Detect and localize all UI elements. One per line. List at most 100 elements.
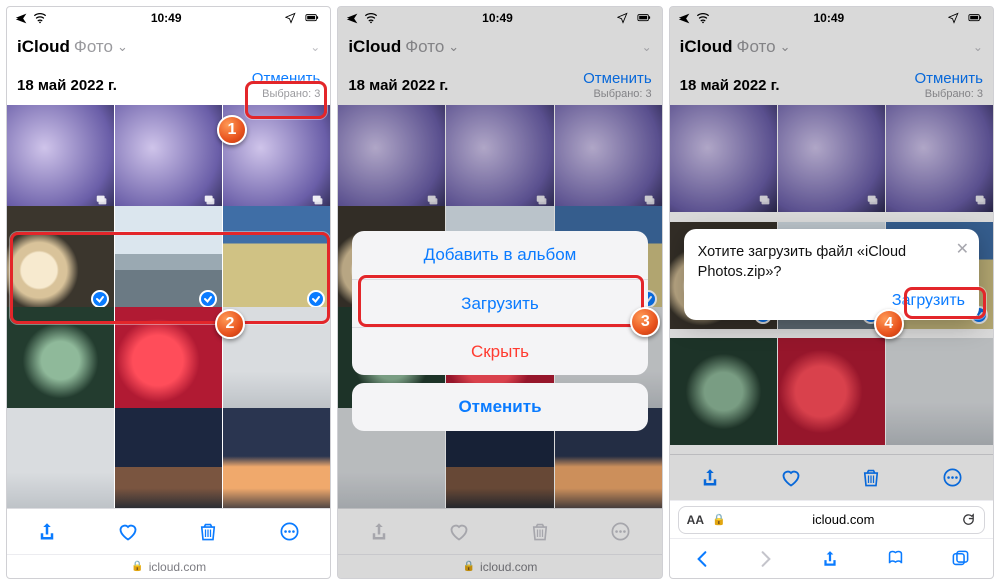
sheet-hide[interactable]: Скрыть <box>352 327 647 375</box>
heart-icon <box>449 522 469 542</box>
share-icon[interactable] <box>700 468 720 488</box>
trash-icon <box>530 522 550 542</box>
close-icon[interactable]: ✕ <box>956 239 969 259</box>
photo-thumb[interactable] <box>7 408 114 508</box>
location-icon <box>948 12 960 24</box>
photo-thumb[interactable] <box>7 206 114 313</box>
heart-icon[interactable] <box>118 522 138 542</box>
status-time: 10:49 <box>710 11 948 25</box>
photo-thumb[interactable] <box>446 105 553 212</box>
action-toolbar <box>7 508 330 554</box>
wifi-icon <box>696 11 710 25</box>
airplane-icon <box>346 12 359 25</box>
chevron-down-icon[interactable]: ⌄ <box>642 40 652 54</box>
lock-icon: 🔒 <box>131 561 143 572</box>
cancel-button[interactable]: Отменить <box>583 70 652 87</box>
share-icon[interactable] <box>37 522 57 542</box>
annotation-badge: 4 <box>874 309 904 339</box>
selection-check-icon <box>199 290 217 308</box>
sheet-cancel[interactable]: Отменить <box>352 383 647 431</box>
airplane-icon <box>15 12 28 25</box>
heart-icon[interactable] <box>781 468 801 488</box>
photo-thumb[interactable] <box>670 338 777 445</box>
chevron-down-icon[interactable]: ⌄ <box>973 40 983 54</box>
selected-count: Выбрано: 3 <box>925 88 983 100</box>
photo-thumb[interactable] <box>115 206 222 313</box>
chevron-down-icon: ⌄ <box>117 39 128 55</box>
battery-icon <box>965 11 985 25</box>
battery-icon <box>302 11 322 25</box>
back-icon[interactable] <box>693 550 711 568</box>
reload-icon[interactable] <box>961 512 976 527</box>
screenshot-3: 10:49 iCloud Фото ⌄ ⌄ 18 май 2022 г. Отм… <box>669 6 994 579</box>
photo-thumb[interactable] <box>778 105 885 212</box>
album-header[interactable]: iCloud Фото ⌄ ⌄ <box>338 29 661 65</box>
url-text: icloud.com <box>480 560 537 574</box>
selected-count: Выбрано: 3 <box>593 88 651 100</box>
selected-count: Выбрано: 3 <box>262 88 320 100</box>
action-toolbar <box>338 508 661 554</box>
date-row: 18 май 2022 г. Отменить Выбрано: 3 <box>670 65 993 105</box>
date-label: 18 май 2022 г. <box>17 77 117 94</box>
photo-thumb[interactable] <box>778 338 885 445</box>
photo-thumb[interactable] <box>223 206 330 313</box>
bookmarks-icon[interactable] <box>886 549 905 568</box>
date-row: 18 май 2022 г. Отменить Выбрано: 3 <box>7 65 330 105</box>
share-icon[interactable] <box>821 550 839 568</box>
photo-thumb[interactable] <box>115 307 222 414</box>
album-header[interactable]: iCloud Фото ⌄ ⌄ <box>670 29 993 65</box>
photo-thumb[interactable] <box>338 105 445 212</box>
album-header[interactable]: iCloud Фото ⌄ ⌄ <box>7 29 330 65</box>
photo-thumb[interactable] <box>7 307 114 414</box>
stack-icon <box>426 193 440 207</box>
safari-minimal-bar[interactable]: 🔒 icloud.com <box>338 554 661 578</box>
url-text: icloud.com <box>149 560 206 574</box>
cancel-button[interactable]: Отменить <box>252 70 321 87</box>
selection-check-icon <box>307 290 325 308</box>
photo-thumb[interactable] <box>7 105 114 212</box>
status-time: 10:49 <box>378 11 616 25</box>
status-time: 10:49 <box>47 11 285 25</box>
sheet-add-to-album[interactable]: Добавить в альбом <box>352 231 647 279</box>
safari-minimal-bar[interactable]: 🔒 icloud.com <box>7 554 330 578</box>
airplane-icon <box>678 12 691 25</box>
lock-icon: 🔒 <box>463 561 475 572</box>
photo-thumb[interactable] <box>670 105 777 212</box>
cancel-button[interactable]: Отменить <box>914 70 983 87</box>
tabs-icon[interactable] <box>951 549 970 568</box>
stack-icon <box>203 193 217 207</box>
trash-icon[interactable] <box>861 468 881 488</box>
stack-icon <box>535 193 549 207</box>
download-button[interactable]: Загрузить <box>698 292 965 310</box>
location-icon <box>617 12 629 24</box>
stack-icon <box>95 193 109 207</box>
photo-thumb[interactable] <box>115 105 222 212</box>
date-label: 18 май 2022 г. <box>348 77 448 94</box>
trash-icon[interactable] <box>198 522 218 542</box>
status-bar: 10:49 <box>338 7 661 29</box>
share-icon <box>369 522 389 542</box>
photo-thumb[interactable] <box>555 105 662 212</box>
stack-icon <box>866 193 880 207</box>
date-row: 18 май 2022 г. Отменить Выбрано: 3 <box>338 65 661 105</box>
text-size-icon[interactable]: AA <box>687 513 704 527</box>
action-sheet: Добавить в альбом Загрузить Скрыть Отмен… <box>352 231 647 439</box>
stack-icon <box>643 193 657 207</box>
photo-thumb[interactable] <box>223 408 330 508</box>
sheet-download[interactable]: Загрузить <box>352 279 647 327</box>
photo-thumb[interactable] <box>886 105 993 212</box>
forward-icon <box>757 550 775 568</box>
photo-thumb[interactable] <box>886 338 993 445</box>
more-icon[interactable] <box>942 467 963 488</box>
url-text: icloud.com <box>734 512 953 527</box>
download-prompt: ✕ Хотите загрузить файл «iCloud Photos.z… <box>684 229 979 320</box>
status-bar: 10:49 <box>7 7 330 29</box>
more-icon[interactable] <box>279 521 300 542</box>
photo-thumb[interactable] <box>115 408 222 508</box>
safari-address-bar[interactable]: AA 🔒 icloud.com <box>670 500 993 538</box>
status-bar: 10:49 <box>670 7 993 29</box>
chevron-down-icon: ⌄ <box>780 39 791 55</box>
chevron-down-icon[interactable]: ⌄ <box>310 40 320 54</box>
lock-icon: 🔒 <box>712 513 726 526</box>
annotation-badge: 2 <box>215 309 245 339</box>
